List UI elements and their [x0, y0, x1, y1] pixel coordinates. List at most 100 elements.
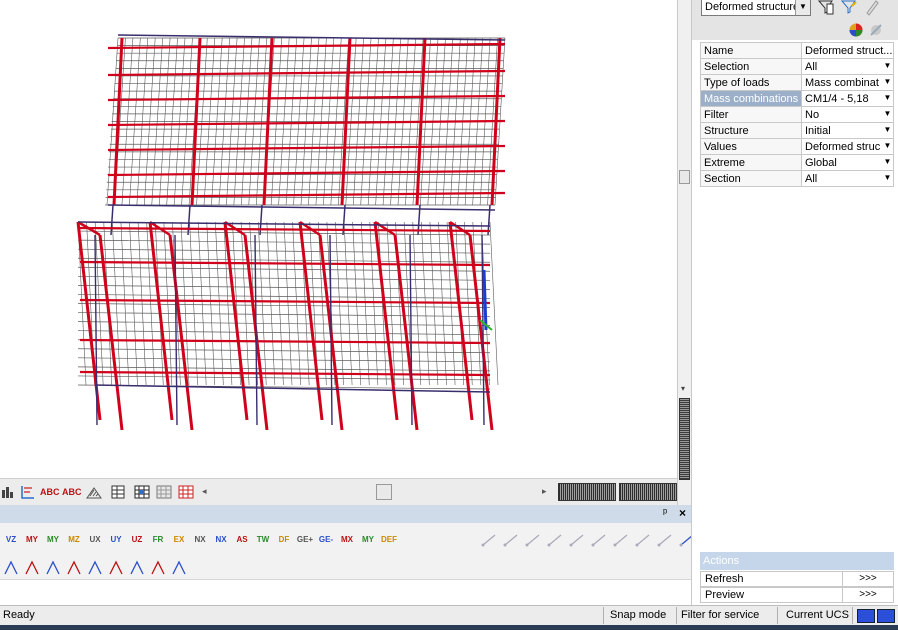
- property-value[interactable]: All ▼: [801, 58, 894, 75]
- result-option-icon[interactable]: [149, 558, 167, 578]
- result-option-icon[interactable]: [2, 558, 20, 578]
- filter-style-icon[interactable]: [840, 0, 858, 16]
- selection-tool-icon[interactable]: [546, 530, 564, 550]
- result-option-icon[interactable]: [23, 558, 41, 578]
- report-icon[interactable]: [134, 484, 150, 500]
- grid-view-icon[interactable]: [156, 484, 172, 500]
- result-option-icon[interactable]: [44, 558, 62, 578]
- property-row[interactable]: Type of loads Mass combinat ▼: [700, 74, 894, 91]
- splitter-grip-icon[interactable]: [679, 398, 690, 480]
- property-value[interactable]: Mass combinat ▼: [801, 74, 894, 91]
- result-icon-ex-icon[interactable]: EX: [170, 530, 188, 550]
- result-option-icon[interactable]: [128, 558, 146, 578]
- chevron-down-icon[interactable]: ▼: [795, 0, 810, 15]
- grid-red-icon[interactable]: [178, 484, 194, 500]
- result-icon-ge-icon[interactable]: GE-: [317, 530, 335, 550]
- viewport-horizontal-scrollbar[interactable]: ◂ ▸: [200, 484, 548, 500]
- action-go-button[interactable]: >>>: [842, 572, 893, 586]
- property-value[interactable]: No ▼: [801, 106, 894, 123]
- abc-label-2-icon[interactable]: ABC: [62, 484, 82, 500]
- property-value[interactable]: Initial ▼: [801, 122, 894, 139]
- result-icon-uz-icon[interactable]: UZ: [128, 530, 146, 550]
- scroll-left-arrow-icon[interactable]: ◂: [202, 486, 207, 497]
- chevron-down-icon[interactable]: ▼: [882, 107, 893, 121]
- property-value[interactable]: All ▼: [801, 170, 894, 187]
- chevron-down-icon[interactable]: ▼: [882, 75, 893, 89]
- chevron-down-icon[interactable]: ▼: [882, 139, 893, 153]
- snap-mode-button[interactable]: Snap mode: [610, 608, 666, 623]
- chevron-down-icon[interactable]: ▼: [882, 123, 893, 137]
- result-icon-vz-icon[interactable]: VZ: [2, 530, 20, 550]
- pin-icon[interactable]: ᵖ: [663, 507, 667, 519]
- selection-tool-icon[interactable]: [634, 530, 652, 550]
- result-icon-ux-icon[interactable]: UX: [86, 530, 104, 550]
- close-icon[interactable]: ×: [679, 506, 686, 520]
- filter-table-icon[interactable]: [816, 0, 834, 16]
- pencil-icon[interactable]: [864, 0, 880, 16]
- selection-tool-icon[interactable]: [568, 530, 586, 550]
- property-row[interactable]: Section All ▼: [700, 170, 894, 187]
- splitter-grip-right-icon[interactable]: [619, 483, 677, 501]
- action-go-button[interactable]: >>>: [842, 588, 893, 602]
- color-palette-icon[interactable]: [848, 22, 864, 38]
- display-settings-icon[interactable]: [868, 22, 884, 38]
- result-icon-df-icon[interactable]: DF: [275, 530, 293, 550]
- selection-tool-icon[interactable]: [590, 530, 608, 550]
- display-mode-2-icon[interactable]: [877, 609, 895, 623]
- selection-tool-icon[interactable]: [656, 530, 674, 550]
- chart-icon[interactable]: [0, 484, 16, 500]
- property-row[interactable]: Selection All ▼: [700, 58, 894, 75]
- result-icon-my-icon[interactable]: MY: [44, 530, 62, 550]
- property-row[interactable]: Filter No ▼: [700, 106, 894, 123]
- result-icon-nx-icon[interactable]: NX: [212, 530, 230, 550]
- action-refresh[interactable]: Refresh >>>: [700, 571, 894, 587]
- result-icon-def-icon[interactable]: DEF: [380, 530, 398, 550]
- result-icon-as-icon[interactable]: AS: [233, 530, 251, 550]
- result-icon-my-icon[interactable]: MY: [23, 530, 41, 550]
- property-value[interactable]: Deformed struct...: [801, 42, 894, 59]
- structure-viewport[interactable]: [0, 0, 677, 478]
- viewport-vertical-scrollbar[interactable]: ▾: [677, 0, 692, 505]
- action-preview[interactable]: Preview >>>: [700, 587, 894, 603]
- result-icon-my-icon[interactable]: MY: [359, 530, 377, 550]
- result-option-icon[interactable]: [86, 558, 104, 578]
- view-type-dropdown[interactable]: Deformed structure ( ▼: [701, 0, 811, 16]
- property-row[interactable]: Extreme Global ▼: [700, 154, 894, 171]
- selection-tool-icon[interactable]: [612, 530, 630, 550]
- property-row[interactable]: Values Deformed struc ▼: [700, 138, 894, 155]
- result-icon-tw-icon[interactable]: TW: [254, 530, 272, 550]
- splitter-grip-left-icon[interactable]: [558, 483, 616, 501]
- result-icon-uy-icon[interactable]: UY: [107, 530, 125, 550]
- result-icon-fr-icon[interactable]: FR: [149, 530, 167, 550]
- result-icon-mz-icon[interactable]: MZ: [65, 530, 83, 550]
- selection-tool-icon[interactable]: [502, 530, 520, 550]
- structure-drawing[interactable]: [0, 0, 677, 478]
- scroll-down-arrow-icon[interactable]: ▾: [681, 384, 685, 393]
- property-row[interactable]: Mass combinations CM1/4 - 5,18 ▼: [700, 90, 894, 107]
- vertical-scroll-thumb[interactable]: [679, 170, 690, 184]
- table-icon[interactable]: [110, 484, 126, 500]
- hatch-icon[interactable]: [86, 484, 102, 500]
- result-option-icon[interactable]: [170, 558, 188, 578]
- selection-tool-icon[interactable]: [480, 530, 498, 550]
- display-mode-icon[interactable]: [857, 609, 875, 623]
- selection-tool-icon[interactable]: [524, 530, 542, 550]
- property-row[interactable]: Structure Initial ▼: [700, 122, 894, 139]
- property-value[interactable]: Deformed struc ▼: [801, 138, 894, 155]
- result-icon-ge-icon[interactable]: GE+: [296, 530, 314, 550]
- property-value[interactable]: CM1/4 - 5,18 ▼: [801, 90, 894, 107]
- scroll-right-arrow-icon[interactable]: ▸: [542, 486, 547, 497]
- horizontal-scroll-thumb[interactable]: [376, 484, 392, 500]
- chevron-down-icon[interactable]: ▼: [882, 91, 893, 105]
- chevron-down-icon[interactable]: ▼: [882, 59, 893, 73]
- filter-for-service-button[interactable]: Filter for service: [681, 608, 759, 623]
- section-icon[interactable]: [20, 484, 36, 500]
- property-value[interactable]: Global ▼: [801, 154, 894, 171]
- chevron-down-icon[interactable]: ▼: [882, 171, 893, 185]
- result-option-icon[interactable]: [107, 558, 125, 578]
- chevron-down-icon[interactable]: ▼: [882, 155, 893, 169]
- result-icon-nx-icon[interactable]: NX: [191, 530, 209, 550]
- property-row[interactable]: Name Deformed struct...: [700, 42, 894, 59]
- abc-label-icon[interactable]: ABC: [40, 484, 60, 500]
- result-icon-mx-icon[interactable]: MX: [338, 530, 356, 550]
